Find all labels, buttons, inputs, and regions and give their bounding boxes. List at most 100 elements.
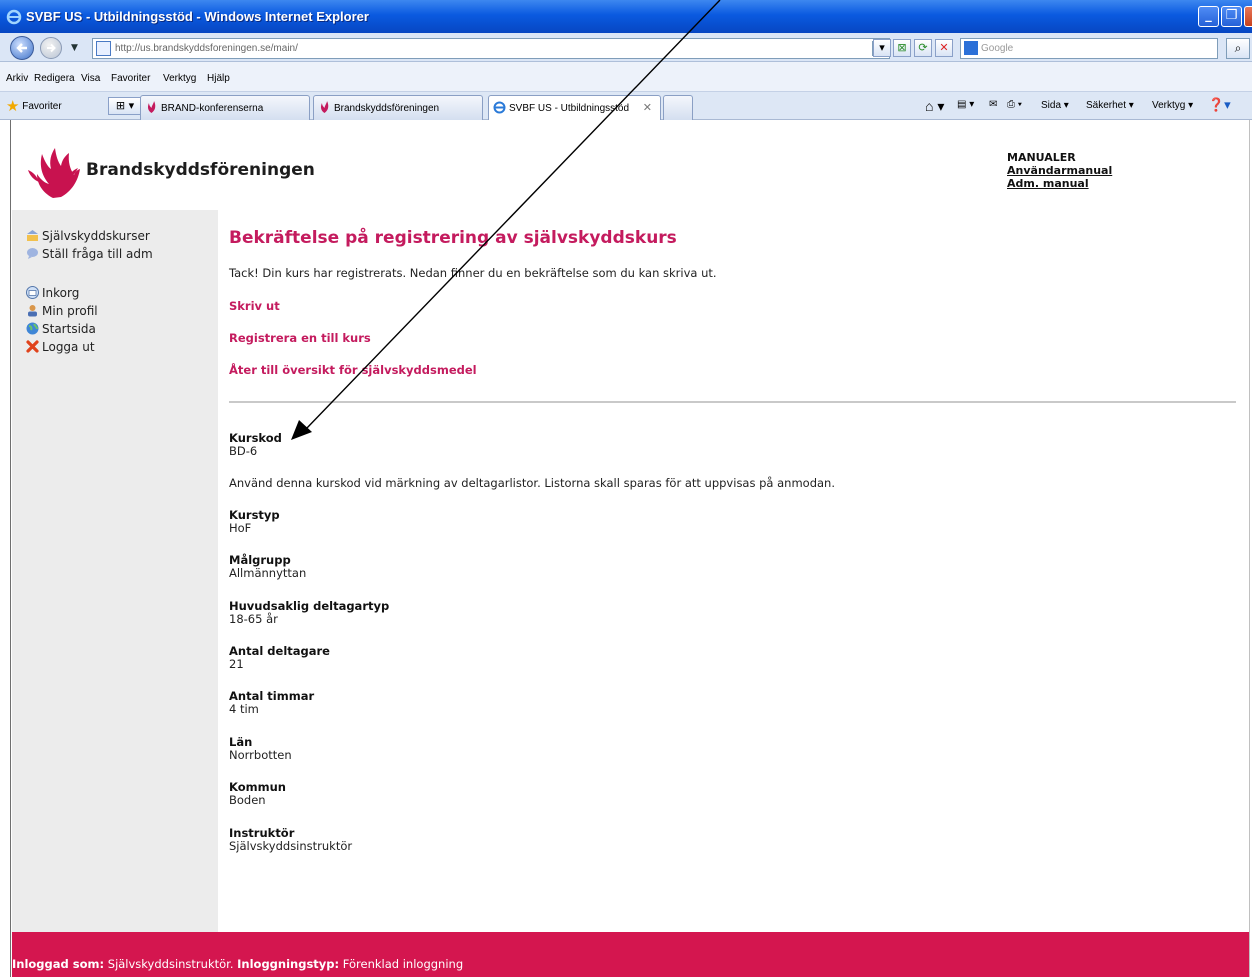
admin-manual-link[interactable]: Adm. manual [1007, 177, 1112, 190]
feeds-icon[interactable]: ▤ ▾ [957, 99, 974, 110]
tab-svbf-us[interactable]: SVBF US - Utbildningsstöd ✕ [488, 95, 661, 120]
minimize-button[interactable]: _ [1198, 6, 1219, 27]
globe-icon [26, 322, 39, 335]
manuals-box: MANUALER Användarmanual Adm. manual [1007, 151, 1112, 190]
refresh-icon[interactable]: ⟳ [914, 39, 932, 57]
print-icon[interactable]: ⎙ ▾ [1007, 99, 1022, 110]
window-title: SVBF US - Utbildningsstöd - Windows Inte… [26, 9, 369, 24]
field-label-antal-timmar: Antal timmar [229, 689, 315, 703]
menu-favoriter[interactable]: Favoriter [111, 73, 150, 84]
page-icon [96, 41, 111, 56]
field-value-deltagartyp: 18-65 år [229, 612, 278, 626]
user-manual-link[interactable]: Användarmanual [1007, 164, 1112, 177]
question-bubble-icon [27, 248, 38, 259]
field-value-antal-timmar: 4 tim [229, 702, 259, 716]
sidebar: Självskyddskurser Ställ fråga till adm I… [12, 210, 218, 932]
google-icon [964, 41, 978, 55]
brand-flame-icon [320, 101, 329, 113]
address-url: http://us.brandskyddsforeningen.se/main/ [115, 43, 298, 54]
security-menu[interactable]: Säkerhet ▾ [1086, 100, 1134, 111]
ie-logo-icon [6, 9, 22, 25]
forward-button[interactable] [40, 37, 62, 59]
tools-menu[interactable]: Verktyg ▾ [1152, 100, 1193, 111]
search-button[interactable]: ⌕ [1226, 38, 1250, 59]
field-value-antal-deltagare: 21 [229, 657, 244, 671]
close-button[interactable] [1244, 6, 1252, 27]
search-placeholder: Google [981, 43, 1014, 54]
menu-verktyg[interactable]: Verktyg [163, 73, 196, 84]
home-icon[interactable]: ⌂ ▾ [925, 98, 944, 115]
window-frame-left [0, 120, 11, 977]
page-menu[interactable]: Sida ▾ [1041, 100, 1069, 111]
field-label-kommun: Kommun [229, 780, 286, 794]
mail-icon[interactable]: ✉ [989, 99, 997, 110]
page-title: Bekräftelse på registrering av självskyd… [229, 228, 677, 248]
tab-brandskyddsforeningen[interactable]: Brandskyddsföreningen [313, 95, 483, 120]
sidebar-item-logga-ut[interactable]: Logga ut [26, 340, 95, 354]
sidebar-item-inkorg[interactable]: Inkorg [26, 286, 79, 300]
intro-text: Tack! Din kurs har registrerats. Nedan f… [229, 266, 717, 280]
course-code-label: Kurskod [229, 431, 282, 445]
field-value-instruktor: Självskyddsinstruktör [229, 839, 353, 853]
back-arrow-icon [16, 43, 27, 53]
logout-x-icon [26, 340, 39, 353]
brandskyddsforeningen-logo [28, 148, 80, 198]
manuals-heading: MANUALER [1007, 151, 1076, 164]
new-tab-button[interactable] [663, 95, 693, 120]
sidebar-item-sjalvskyddskurser[interactable]: Självskyddskurser [26, 229, 150, 243]
star-icon: ★ [6, 98, 20, 115]
favorites-bar: ★ Favoriter ⊞ ▾ BRAND-konferenserna Bran… [0, 92, 1252, 120]
address-bar[interactable]: http://us.brandskyddsforeningen.se/main/… [92, 38, 890, 59]
address-toolbar: ▼ http://us.brandskyddsforeningen.se/mai… [0, 33, 1252, 62]
address-dropdown-button[interactable]: ▾ [873, 39, 891, 57]
field-value-kurstyp: HoF [229, 521, 252, 535]
field-label-instruktor: Instruktör [229, 826, 295, 840]
field-value-kommun: Boden [229, 793, 266, 807]
window-titlebar: SVBF US - Utbildningsstöd - Windows Inte… [0, 0, 1252, 33]
register-another-link[interactable]: Registrera en till kurs [229, 331, 371, 345]
brand-flame-icon [147, 101, 156, 113]
sidebar-item-stall-fraga[interactable]: Ställ fråga till adm [26, 247, 153, 261]
help-icon[interactable]: ❓▾ [1208, 97, 1231, 113]
menu-redigera[interactable]: Redigera [34, 73, 75, 84]
menu-arkiv[interactable]: Arkiv [6, 73, 28, 84]
restore-button[interactable]: ❐ [1221, 6, 1242, 27]
stop-icon[interactable]: ✕ [935, 39, 953, 57]
back-to-overview-link[interactable]: Åter till översikt för självskyddsmedel [229, 363, 477, 377]
course-code-note: Använd denna kurskod vid märkning av del… [229, 476, 835, 490]
field-label-deltagartyp: Huvudsaklig deltagartyp [229, 599, 390, 613]
history-dropdown-icon[interactable]: ▼ [71, 43, 78, 53]
page: Brandskyddsföreningen MANUALER Användarm… [12, 120, 1249, 977]
field-label-lan: Län [229, 735, 253, 749]
print-link[interactable]: Skriv ut [229, 299, 280, 313]
divider [229, 401, 1236, 403]
sidebar-item-min-profil[interactable]: Min profil [26, 304, 98, 318]
field-value-lan: Norrbotten [229, 748, 292, 762]
menu-bar: Arkiv Redigera Visa Favoriter Verktyg Hj… [0, 62, 1252, 92]
menu-visa[interactable]: Visa [81, 73, 100, 84]
field-label-antal-deltagare: Antal deltagare [229, 644, 330, 658]
tab-close-icon[interactable]: ✕ [643, 101, 652, 114]
forward-arrow-icon [47, 43, 56, 53]
back-button[interactable] [10, 36, 34, 60]
favorites-button[interactable]: ★ Favoriter [6, 97, 62, 115]
search-input[interactable]: Google [960, 38, 1218, 59]
quick-tabs-button[interactable]: ⊞ ▾ [108, 97, 142, 115]
compat-view-icon[interactable]: ⊠ [893, 39, 911, 57]
user-icon [28, 305, 37, 317]
brand-name: Brandskyddsföreningen [86, 160, 315, 180]
login-info: Inloggad som: Självskyddsinstruktör. Inl… [12, 957, 464, 971]
field-label-kurstyp: Kurstyp [229, 508, 280, 522]
inbox-icon [26, 286, 39, 299]
menu-hjalp[interactable]: Hjälp [207, 73, 230, 84]
field-value-malgrupp: Allmännyttan [229, 566, 307, 580]
course-code-value: BD-6 [229, 444, 258, 458]
window-frame-right [1249, 120, 1250, 977]
tab-brand-konferenserna[interactable]: BRAND-konferenserna [140, 95, 310, 120]
course-icon [27, 230, 38, 241]
favorites-label: Favoriter [22, 101, 62, 112]
field-label-malgrupp: Målgrupp [229, 553, 291, 567]
ie-page-icon [493, 101, 506, 114]
sidebar-item-startsida[interactable]: Startsida [26, 322, 96, 336]
status-footer: Inloggad som: Självskyddsinstruktör. Inl… [12, 932, 1249, 977]
